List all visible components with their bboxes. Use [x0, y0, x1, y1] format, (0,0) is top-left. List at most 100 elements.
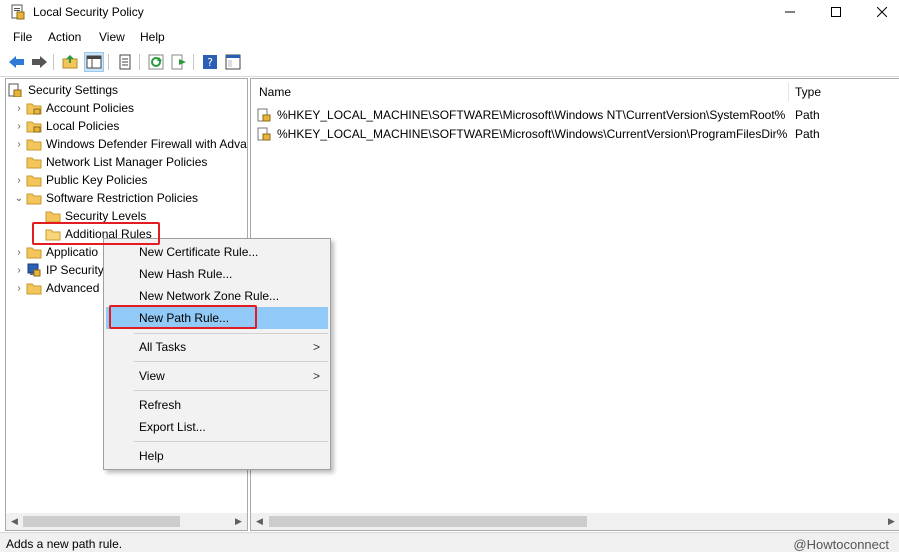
chevron-right-icon[interactable]: ›: [12, 99, 26, 117]
watermark-text: @Howtoconnect: [793, 537, 889, 552]
tree-item-local-policies[interactable]: › Local Policies: [12, 117, 119, 135]
chevron-right-icon[interactable]: ›: [12, 279, 26, 297]
menu-item-new-hash-rule[interactable]: New Hash Rule...: [106, 263, 328, 285]
folder-icon: [26, 281, 42, 295]
maximize-button[interactable]: [813, 0, 859, 24]
properties-button[interactable]: [115, 52, 135, 72]
scrollbar-thumb[interactable]: [269, 516, 587, 527]
scrollbar-thumb[interactable]: [23, 516, 180, 527]
back-button[interactable]: [7, 52, 27, 72]
tree-label: Software Restriction Policies: [46, 191, 199, 205]
menu-action[interactable]: Action: [48, 30, 81, 44]
menu-separator: [134, 333, 328, 334]
tree-item-advanced[interactable]: › Advanced: [12, 279, 99, 297]
scroll-left-icon[interactable]: ◀: [251, 513, 268, 530]
folder-icon: [26, 245, 42, 259]
close-button[interactable]: [859, 0, 899, 24]
tree-item-public-key[interactable]: › Public Key Policies: [12, 171, 147, 189]
menu-item-view[interactable]: View >: [106, 365, 328, 387]
submenu-arrow-icon: >: [312, 340, 320, 354]
annotation-box-new-path-rule: [109, 305, 257, 329]
details-pane: Name ˆ Type %HKEY_LOCAL_MACHINE\SOFTWARE…: [250, 78, 899, 531]
folder-icon: [26, 173, 42, 187]
column-divider: [788, 83, 789, 101]
maximize-icon: [831, 7, 841, 17]
menu-separator: [134, 361, 328, 362]
menu-item-export-list[interactable]: Export List...: [106, 416, 328, 438]
folder-icon: [26, 155, 42, 169]
show-hide-console-tree-button[interactable]: [84, 52, 104, 72]
scroll-right-icon[interactable]: ▶: [883, 513, 899, 530]
list-item-name: %HKEY_LOCAL_MACHINE\SOFTWARE\Microsoft\W…: [277, 107, 786, 122]
tree-label: Advanced: [46, 281, 100, 295]
menu-item-new-network-zone-rule[interactable]: New Network Zone Rule...: [106, 285, 328, 307]
close-icon: [877, 7, 887, 17]
export-list-button[interactable]: [169, 52, 189, 72]
tree-item-firewall[interactable]: › Windows Defender Firewall with Adva: [12, 135, 246, 153]
column-type-label: Type: [795, 85, 822, 99]
column-header-name[interactable]: Name: [259, 79, 789, 105]
menu-separator: [134, 441, 328, 442]
tree-item-software-restriction[interactable]: ⌄ Software Restriction Policies: [12, 189, 198, 207]
refresh-button[interactable]: [146, 52, 166, 72]
title-bar: Local Security Policy: [0, 0, 899, 25]
menu-file[interactable]: File: [13, 30, 32, 44]
forward-arrow-icon: [32, 56, 47, 68]
menu-item-refresh[interactable]: Refresh: [106, 394, 328, 416]
toolbar-separator: [108, 54, 109, 70]
tree-label: Network List Manager Policies: [46, 155, 208, 169]
tree-label: IP Security: [46, 263, 104, 277]
menu-separator: [134, 390, 328, 391]
left-edge: [0, 78, 4, 531]
submenu-arrow-icon: >: [312, 369, 320, 383]
chevron-right-icon[interactable]: ›: [12, 261, 26, 279]
up-one-level-button[interactable]: [60, 52, 80, 72]
column-header-type[interactable]: Type: [795, 79, 895, 105]
scroll-right-icon[interactable]: ▶: [230, 513, 247, 530]
folder-icon: [26, 191, 42, 205]
list-horizontal-scrollbar[interactable]: ◀ ▶: [251, 513, 899, 530]
menu-item-label: New Network Zone Rule...: [139, 289, 280, 303]
console-view-button[interactable]: [223, 52, 243, 72]
chevron-right-icon[interactable]: ›: [12, 243, 26, 261]
security-settings-icon: [8, 83, 24, 97]
scroll-left-icon[interactable]: ◀: [6, 513, 23, 530]
tree-horizontal-scrollbar[interactable]: ◀ ▶: [6, 513, 247, 530]
help-icon: ?: [203, 55, 217, 69]
tree-label: Security Settings: [28, 83, 119, 97]
chevron-right-icon[interactable]: ›: [12, 171, 26, 189]
chevron-down-icon[interactable]: ⌄: [12, 189, 26, 207]
annotation-box-additional-rules: [32, 222, 160, 245]
status-text: Adds a new path rule.: [6, 537, 123, 551]
tree-label: Local Policies: [46, 119, 120, 133]
tree-item-ip-security[interactable]: › IP Security: [12, 261, 104, 279]
help-button[interactable]: ?: [200, 52, 220, 72]
chevron-right-icon[interactable]: ›: [12, 135, 26, 153]
refresh-icon: [148, 54, 164, 70]
menu-item-label: View: [139, 369, 165, 383]
menu-item-label: Export List...: [139, 420, 206, 434]
minimize-icon: [785, 11, 795, 13]
menu-item-all-tasks[interactable]: All Tasks >: [106, 336, 328, 358]
list-item[interactable]: %HKEY_LOCAL_MACHINE\SOFTWARE\Microsoft\W…: [257, 105, 820, 124]
list-item[interactable]: %HKEY_LOCAL_MACHINE\SOFTWARE\Microsoft\W…: [257, 124, 820, 143]
forward-button[interactable]: [29, 52, 49, 72]
menu-item-label: All Tasks: [139, 340, 187, 354]
menu-item-help[interactable]: Help: [106, 445, 328, 467]
status-bar: Adds a new path rule. @Howtoconnect: [0, 532, 899, 552]
toolbar: ?: [0, 49, 899, 77]
toolbar-separator: [139, 54, 140, 70]
chevron-right-icon[interactable]: ›: [12, 117, 26, 135]
toolbar-separator: [193, 54, 194, 70]
tree-item-application[interactable]: › Applicatio: [12, 243, 98, 261]
minimize-button[interactable]: [767, 0, 813, 24]
menu-help[interactable]: Help: [140, 30, 165, 44]
menu-item-label: Refresh: [139, 398, 182, 412]
export-list-icon: [171, 54, 186, 70]
menu-view[interactable]: View: [99, 30, 125, 44]
list-item-type: Path: [795, 107, 820, 122]
tree-item-account-policies[interactable]: › Account Policies: [12, 99, 134, 117]
tree-label: Public Key Policies: [46, 173, 148, 187]
tree-root[interactable]: Security Settings: [8, 81, 118, 99]
tree-item-network-list[interactable]: Network List Manager Policies: [12, 153, 207, 171]
